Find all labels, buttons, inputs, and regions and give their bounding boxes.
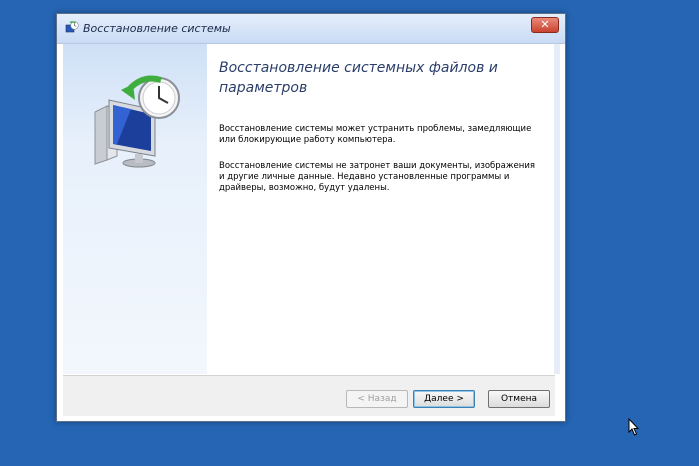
system-restore-illustration (94, 75, 180, 168)
back-button[interactable]: < Назад (346, 390, 408, 408)
content-area: Восстановление системных файлов и параме… (207, 44, 555, 374)
close-button[interactable]: ✕ (531, 17, 559, 33)
next-button[interactable]: Далее > (413, 390, 475, 408)
description-paragraph-2: Восстановление системы не затронет ваши … (219, 161, 535, 193)
button-bar: < Назад Далее > Отмена (63, 375, 555, 416)
description-paragraph-1: Восстановление системы может устранить п… (219, 124, 532, 145)
system-restore-window: Восстановление системы ✕ Восстановление … (56, 13, 566, 422)
system-restore-icon (65, 21, 79, 33)
right-margin (554, 44, 560, 374)
window-title: Восстановление системы (83, 22, 231, 35)
cancel-button[interactable]: Отмена (488, 390, 550, 408)
mouse-cursor-icon (628, 418, 640, 436)
title-bar[interactable]: Восстановление системы ✕ (57, 14, 565, 44)
page-title: Восстановление системных файлов и параме… (219, 60, 498, 96)
left-panel (63, 44, 208, 374)
